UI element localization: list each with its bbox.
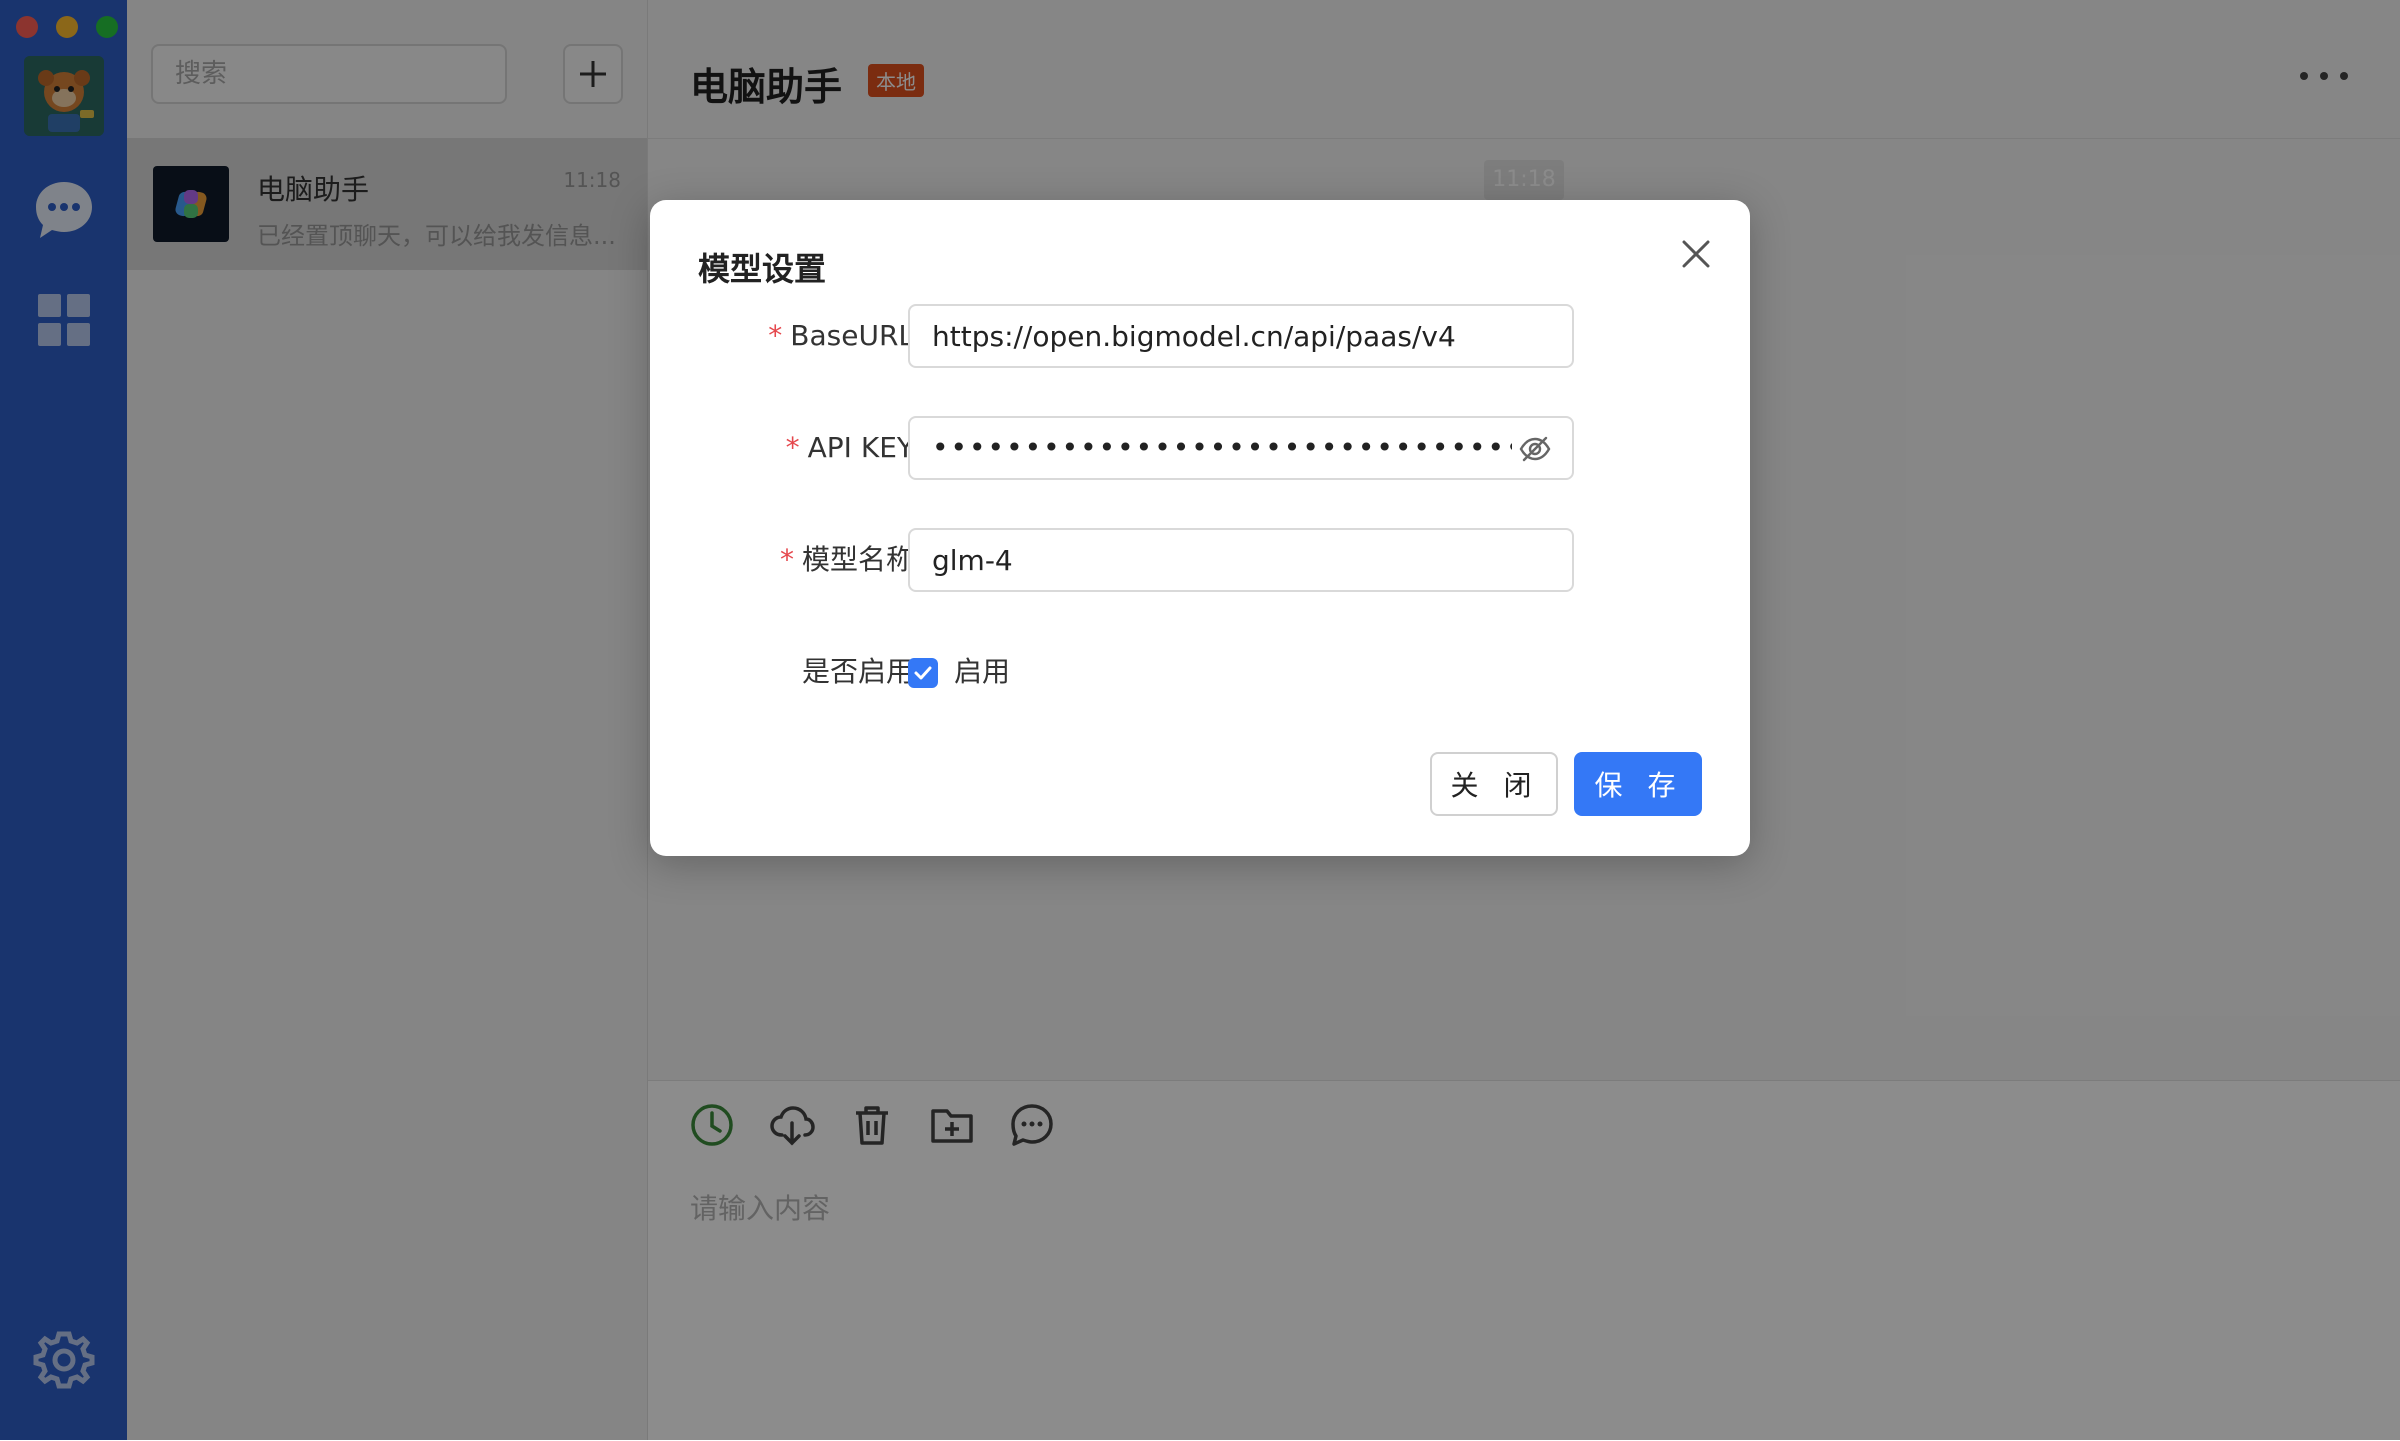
required-mark: * — [768, 319, 783, 352]
base-url-field[interactable] — [908, 304, 1574, 368]
required-mark: * — [779, 543, 794, 576]
save-button[interactable]: 保 存 — [1574, 752, 1702, 816]
model-name-row: * 模型名称： — [650, 528, 1750, 592]
enabled-checkbox[interactable] — [908, 658, 938, 688]
dialog-title: 模型设置 — [698, 250, 827, 288]
api-key-row: * API KEY： ••••••••••••••••••••••••••••••… — [650, 416, 1750, 480]
model-settings-dialog: 模型设置 *BaseURL： *API KEY： •••••••••••••••… — [650, 200, 1750, 856]
enabled-checkbox-label[interactable]: 启用 — [954, 640, 1010, 704]
base-url-row: * BaseURL： — [650, 304, 1750, 368]
eye-off-icon[interactable] — [1518, 432, 1552, 466]
api-key-masked-value: ••••••••••••••••••••••••••••••••••••••••… — [932, 431, 1512, 464]
required-mark: * — [785, 431, 800, 464]
close-icon[interactable] — [1678, 236, 1714, 272]
checkmark-icon — [914, 666, 932, 680]
model-name-field[interactable] — [908, 528, 1574, 592]
close-button[interactable]: 关 闭 — [1430, 752, 1558, 816]
app-window: 搜索 电脑助手 11:18 已经置顶聊天，可以给我发信息... 电脑助手 本地 … — [0, 0, 2400, 1441]
enabled-row: 是否启用： 启用 — [650, 640, 1750, 704]
